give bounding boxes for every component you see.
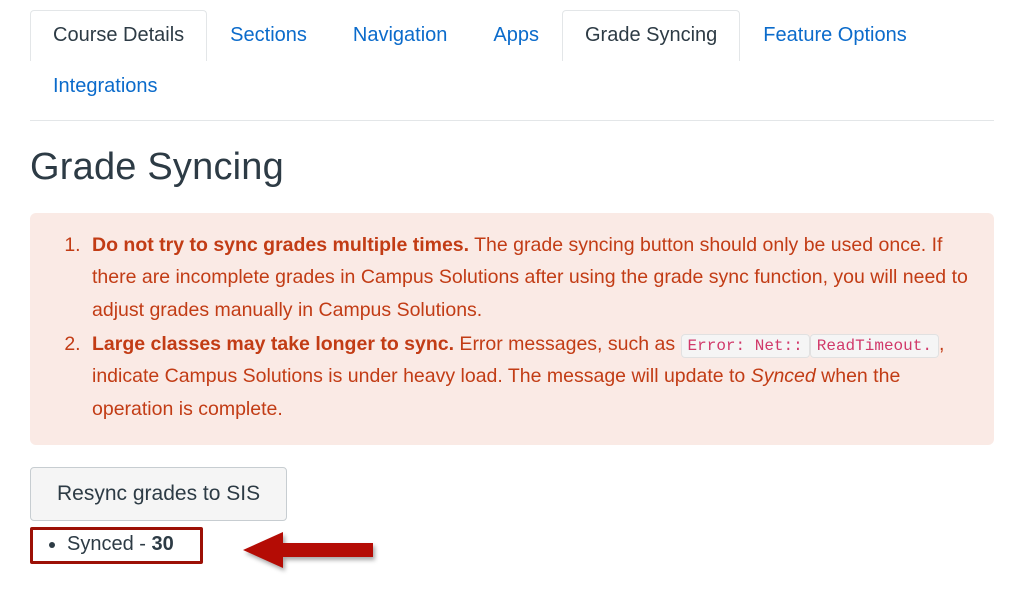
error-code-snippet-part1: Error: Net:: [680,333,810,358]
tab-grade-syncing[interactable]: Grade Syncing [562,10,741,61]
warning-item-1-lead: Do not try to sync grades multiple times… [92,233,470,256]
warning-item-2-italic-synced: Synced [750,365,816,388]
warning-list: Do not try to sync grades multiple times… [52,229,972,425]
sync-status-row: Synced - 30 [30,527,994,573]
tab-row-second: Integrations [30,61,994,112]
resync-grades-button[interactable]: Resync grades to SIS [30,466,288,522]
tab-bar-divider [30,120,994,121]
sync-status-label: Synced - [67,533,152,556]
tab-bar: Course Details Sections Navigation Apps … [0,0,1024,112]
tab-navigation[interactable]: Navigation [330,10,471,61]
error-code-snippet-part2: ReadTimeout. [809,333,939,358]
warning-list-item-2: Large classes may take longer to sync. E… [86,328,972,425]
action-area: Resync grades to SIS [30,466,994,522]
tab-course-details[interactable]: Course Details [30,10,208,61]
warning-item-2-lead: Large classes may take longer to sync. [92,332,455,355]
tab-integrations[interactable]: Integrations [30,61,181,112]
bullet-icon [49,541,55,548]
warning-list-item-1: Do not try to sync grades multiple times… [86,229,972,326]
tab-feature-options[interactable]: Feature Options [740,10,929,61]
status-highlight-box: Synced - 30 [30,527,203,565]
sync-status-count: 30 [151,533,174,556]
sync-status-text: Synced - 30 [67,533,174,556]
tab-sections[interactable]: Sections [207,10,330,61]
warning-item-2-body-part1: Error messages, such as [454,332,681,355]
tab-list: Course Details Sections Navigation Apps … [30,10,994,112]
page-title: Grade Syncing [30,146,284,188]
tab-apps[interactable]: Apps [470,10,562,61]
left-arrow-annotation [243,532,373,569]
warning-callout: Do not try to sync grades multiple times… [30,212,994,445]
